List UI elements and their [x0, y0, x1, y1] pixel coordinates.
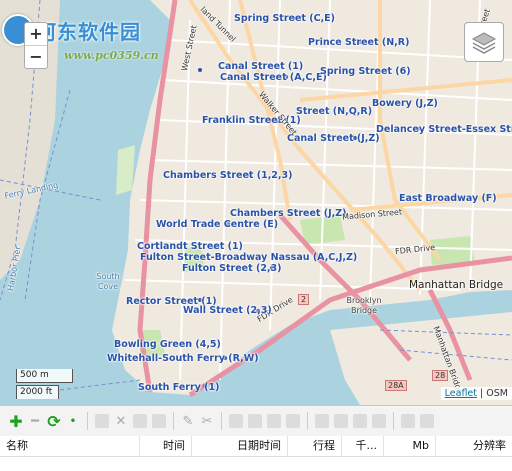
layers-icon	[471, 32, 497, 54]
toolbar-separator	[173, 412, 174, 430]
track-list[interactable]	[0, 457, 512, 471]
layers-button[interactable]	[464, 22, 504, 62]
column-resolution[interactable]: 分辨率	[436, 436, 512, 456]
refresh-icon[interactable]: ⟳	[46, 412, 62, 431]
station-label: Fulton Street-Broadway Nassau (A,C,J,Z)	[140, 252, 358, 263]
save-icon[interactable]	[133, 414, 147, 428]
table-header: 名称 时间 日期时间 行程 千... Mb 分辨率	[0, 436, 512, 457]
station-label: Spring Street (C,E)	[234, 13, 336, 24]
toolbar-separator	[393, 412, 394, 430]
column-mb[interactable]: Mb	[384, 436, 436, 456]
station-label: Fulton Street (2,3)	[182, 263, 282, 274]
route-shield: 28	[432, 370, 449, 381]
station-label: Delancey Street-Essex Street	[376, 124, 512, 135]
add-icon[interactable]: ✚	[8, 412, 24, 431]
station-label: Canal Street (A,C,E)	[220, 72, 327, 83]
select-icon[interactable]	[229, 414, 243, 428]
station-label: Whitehall-South Ferry (R,W)	[107, 353, 259, 364]
bridge-label: Manhattan Bridge	[409, 279, 504, 291]
crop-icon[interactable]	[248, 414, 262, 428]
station-label: Chambers Street (1,2,3)	[163, 170, 293, 181]
globe-icon[interactable]	[315, 414, 329, 428]
station-label: South Ferry (1)	[138, 382, 220, 393]
column-time[interactable]: 时间	[140, 436, 192, 456]
delete-icon[interactable]: ✕	[113, 413, 129, 429]
water-label: South Cove	[96, 272, 120, 291]
toolbar-separator	[221, 412, 222, 430]
scale-imperial-label: 2000 ft	[16, 385, 59, 399]
station-label: Cortlandt Street (1)	[137, 241, 243, 252]
bridge-label: Brooklyn Bridge	[346, 296, 382, 315]
zoom-out-button[interactable]: −	[25, 46, 47, 68]
image-icon[interactable]	[372, 414, 386, 428]
station-label: Prince Street (N,R)	[308, 37, 410, 48]
table-icon[interactable]	[353, 414, 367, 428]
osm-attribution: OSM	[486, 388, 508, 399]
zoom-in-button[interactable]: +	[25, 23, 47, 46]
map-view[interactable]: Spring Street (C,E) Prince Street (N,R) …	[0, 0, 512, 406]
download-icon[interactable]	[420, 414, 434, 428]
attribution: Leaflet | OSM	[440, 387, 512, 400]
watermark: 河东软件园	[2, 14, 141, 46]
toolbar-separator	[87, 412, 88, 430]
unlink-icon[interactable]	[286, 414, 300, 428]
chart-icon[interactable]	[334, 414, 348, 428]
station-label: Bowery (J,Z)	[372, 98, 438, 109]
scale-metric-label: 500 m	[16, 369, 73, 383]
scale-bar-imperial: 2000 ft	[16, 385, 59, 399]
route-shield: 28A	[385, 380, 407, 391]
route-shield: 2	[298, 294, 310, 305]
toolbar: ✚ ━ ⟳ • ✕ ✎ ✂	[0, 406, 512, 436]
station-label: Canal Street (J,Z)	[287, 133, 380, 144]
cut-icon[interactable]: ✂	[199, 413, 215, 429]
watermark-text: 河东软件园	[36, 19, 141, 44]
toolbar-separator	[307, 412, 308, 430]
dot-icon[interactable]: •	[65, 413, 81, 429]
scale-bar-metric: 500 m	[16, 369, 73, 383]
station-label: Street (N,Q,R)	[296, 106, 373, 117]
station-label: Chambers Street (J,Z)	[230, 208, 347, 219]
column-distance[interactable]: 行程	[288, 436, 342, 456]
station-label: World Trade Centre (E)	[156, 219, 279, 230]
station-label: Bowling Green (4,5)	[114, 339, 221, 350]
station-label: Spring Street (6)	[320, 66, 411, 77]
column-truncated[interactable]: 千...	[342, 436, 384, 456]
zoom-control: + −	[24, 22, 48, 69]
remove-icon[interactable]: ━	[27, 413, 43, 429]
station-label: Wall Street (2,3)	[183, 305, 272, 316]
station-label: Canal Street (1)	[218, 61, 304, 72]
export-icon[interactable]	[152, 414, 166, 428]
column-datetime[interactable]: 日期时间	[192, 436, 288, 456]
column-name[interactable]: 名称	[0, 436, 140, 456]
watermark-url: www.pc0359.cn	[64, 49, 159, 62]
edit-icon[interactable]: ✎	[180, 413, 196, 429]
leaflet-link[interactable]: Leaflet	[445, 388, 477, 399]
attribution-separator: |	[480, 388, 484, 399]
station-label: East Broadway (F)	[399, 193, 497, 204]
copy-icon[interactable]	[95, 414, 109, 428]
link-icon[interactable]	[267, 414, 281, 428]
upload-icon[interactable]	[401, 414, 415, 428]
